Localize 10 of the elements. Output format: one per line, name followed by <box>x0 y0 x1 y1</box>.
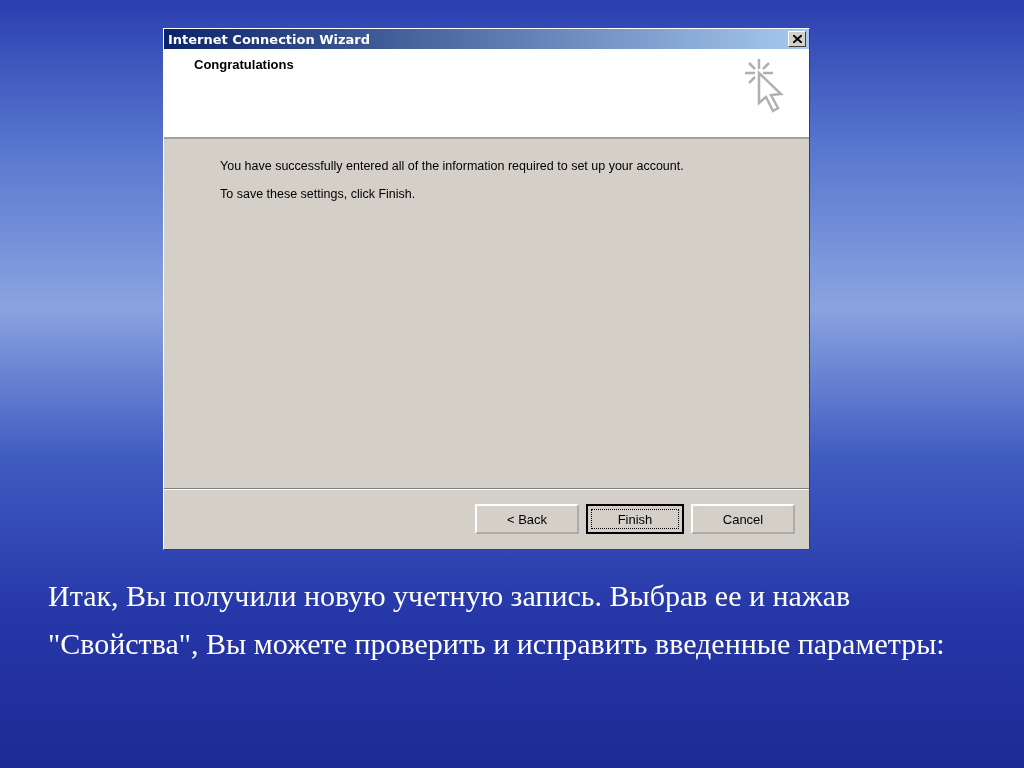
dialog-button[interactable]: < Back <box>475 504 579 534</box>
window-title: Internet Connection Wizard <box>168 31 371 47</box>
body-text: You have successfully entered all of the information required to set up your account. <box>220 159 685 173</box>
body-text: To save these settings, click Finish. <box>220 187 417 201</box>
dialog-button[interactable]: Cancel <box>691 504 795 534</box>
close-button[interactable] <box>788 31 806 47</box>
page-title: Congratulations <box>194 57 294 74</box>
dialog-button[interactable]: Finish <box>586 504 684 534</box>
close-icon <box>792 35 802 43</box>
slide-caption: Итак, Вы получили новую учетную запись. Выбрав ее и нажав "Свойства", Вы можете проверить и исправить введенные параметры: <box>48 578 946 662</box>
